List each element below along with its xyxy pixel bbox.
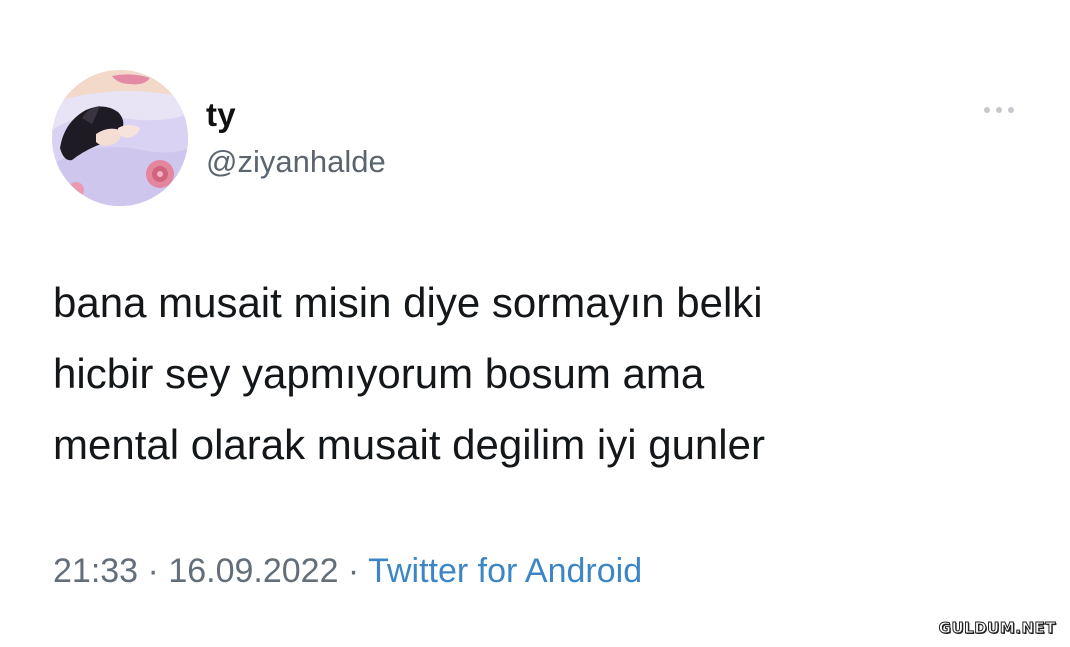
more-horizontal-icon: [984, 107, 1014, 113]
tweet-source-link[interactable]: Twitter for Android: [368, 552, 642, 590]
more-options-button[interactable]: [978, 98, 1020, 122]
avatar-image: [52, 70, 188, 206]
tweet-time[interactable]: 21:33: [53, 552, 138, 590]
meta-separator: ·: [338, 552, 369, 590]
watermark-logo: GULDUM.NET: [938, 619, 1056, 638]
tweet-meta: 21:33 · 16.09.2022 · Twitter for Android: [53, 549, 642, 593]
tweet-text: bana musait misin diye sormayın belki hi…: [53, 279, 765, 468]
tweet-card: ty @ziyanhalde bana musait misin diye so…: [0, 0, 1070, 647]
profile-avatar[interactable]: [52, 70, 188, 206]
tweet-date[interactable]: 16.09.2022: [168, 552, 338, 590]
meta-separator: ·: [138, 552, 169, 590]
user-handle[interactable]: @ziyanhalde: [206, 142, 386, 182]
display-name[interactable]: ty: [206, 95, 236, 135]
